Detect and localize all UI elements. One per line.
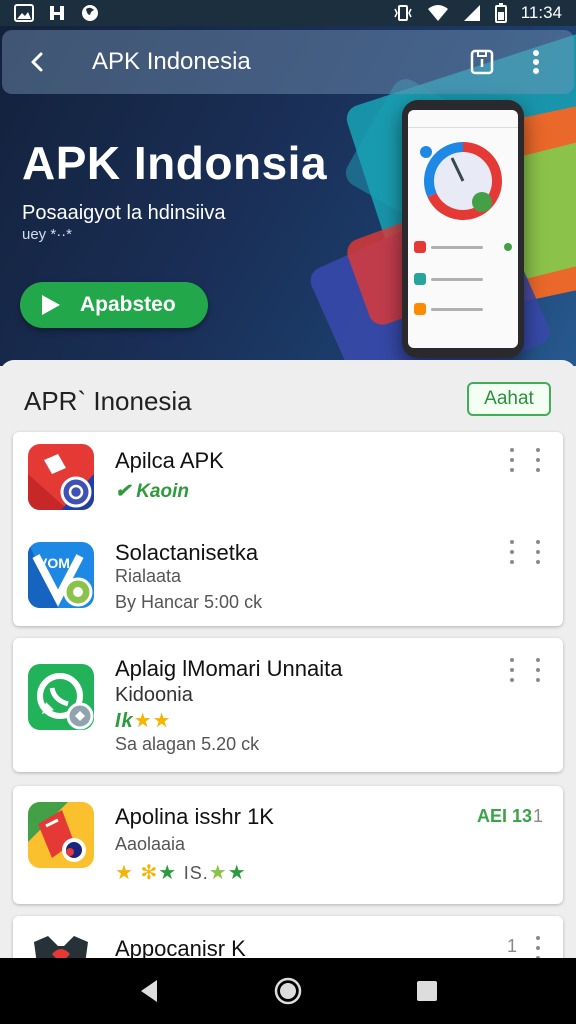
app-subtitle: Aaolaaia (115, 834, 186, 854)
phone-screen (408, 110, 518, 348)
more-options-icon[interactable] (505, 540, 519, 564)
system-nav-bar (0, 958, 576, 1024)
hero-banner: APK Indonesia APK Indonsia Posaaigyot la… (0, 26, 576, 366)
bookmark-icon (470, 49, 494, 75)
app-subtitle: Rialaata (115, 566, 182, 586)
phone-mockup (402, 100, 524, 358)
rating-stars: ★ ✻★ IS.★★ (115, 862, 247, 884)
nav-recents-button[interactable] (403, 967, 451, 1015)
list-item[interactable]: VOM Solactanisetka Rialaata By Hancar 5:… (13, 530, 563, 622)
app-bar: APK Indonesia (2, 30, 574, 94)
hero-title: APK Indonsia (22, 137, 328, 189)
app-card[interactable]: Appocanisr K 1 (13, 916, 563, 960)
app-icon (28, 932, 94, 960)
app-name: Aplaig lMomari Unnaita (115, 656, 343, 681)
bookmark-button[interactable] (460, 40, 504, 84)
app-icon (28, 444, 94, 510)
app-icon: VOM (28, 542, 94, 608)
phone-list-row (414, 298, 512, 320)
app-icon (28, 664, 94, 730)
section-title: APR` Inonesia (24, 386, 192, 416)
app-name: Solactanisetka (115, 540, 259, 565)
vibrate-icon (393, 4, 413, 22)
app-subtitle: Kidoonia (115, 684, 193, 706)
phone-topbar (408, 110, 518, 128)
list-item[interactable]: Apilca APK ✔ Kaoin (13, 432, 563, 524)
app-card[interactable]: Apolina isshr 1K Aaolaaia ★ ✻★ IS.★★ AEI… (13, 786, 563, 904)
version-badge: AEI 13 (477, 806, 533, 826)
hotspot-icon (48, 4, 66, 22)
phone-list-row (414, 236, 512, 258)
battery-icon (494, 3, 507, 23)
play-icon (42, 295, 60, 315)
app-card: Apilca APK ✔ Kaoin VOM Solactanisetka Ri… (13, 432, 563, 626)
app-meta: By Hancar 5:00 ck (115, 592, 263, 612)
home-circle-icon (274, 977, 302, 1005)
gallery-icon (14, 4, 34, 22)
more-options-icon[interactable] (505, 658, 519, 682)
nav-home-button[interactable] (264, 967, 312, 1015)
app-card[interactable]: Aplaig lMomari Unnaita Kidoonia Ik★★ Sa … (13, 638, 563, 772)
phone-list-row (414, 268, 512, 290)
svg-text:VOM: VOM (38, 555, 70, 571)
hero-caption: uey *··* (22, 226, 73, 243)
rating-prefix: Ik (115, 710, 134, 732)
status-bar: 11:34 (0, 0, 576, 26)
publisher-tag: ✔ Kaoin (115, 481, 189, 502)
more-options-icon[interactable] (531, 540, 545, 564)
nav-back-button[interactable] (125, 967, 173, 1015)
clock-time: 11:34 (520, 3, 562, 22)
see-all-button[interactable]: Aahat (467, 382, 551, 416)
rating-stars: Ik★★ (115, 710, 172, 732)
app-bar-title: APK Indonesia (92, 48, 251, 75)
more-options-icon[interactable] (531, 658, 545, 682)
firefox-icon (80, 3, 100, 23)
primary-cta-button[interactable]: Apabsteo (20, 282, 208, 328)
overflow-menu-button[interactable] (514, 40, 558, 84)
more-options-icon[interactable] (505, 448, 519, 472)
arrow-back-icon (31, 52, 43, 72)
rating-count: IS. (183, 863, 209, 883)
count-badge: 1 (533, 806, 544, 826)
publisher-name: Kaoin (136, 481, 189, 502)
gauge-graphic (420, 142, 502, 220)
more-vert-icon (533, 50, 539, 74)
back-button[interactable] (18, 42, 58, 82)
app-meta: Sa alagan 5.20 ck (115, 734, 260, 754)
cta-label: Apabsteo (80, 293, 176, 316)
app-name: Appocanisr K (115, 936, 246, 960)
wifi-icon (427, 4, 449, 22)
app-list-panel: APR` Inonesia Aahat Apilca APK ✔ Kaoin V… (0, 360, 576, 960)
signal-icon (463, 4, 481, 22)
app-name: Apolina isshr 1K (115, 804, 274, 829)
app-icon (28, 802, 94, 868)
app-name: Apilca APK (115, 448, 224, 473)
more-options-icon[interactable] (531, 936, 545, 960)
triangle-back-icon (141, 980, 158, 1002)
square-recents-icon (416, 981, 437, 1001)
count-badge: 1 (507, 936, 518, 956)
hero-subtitle: Posaaigyot la hdinsiiva (22, 202, 226, 224)
more-options-icon[interactable] (531, 448, 545, 472)
